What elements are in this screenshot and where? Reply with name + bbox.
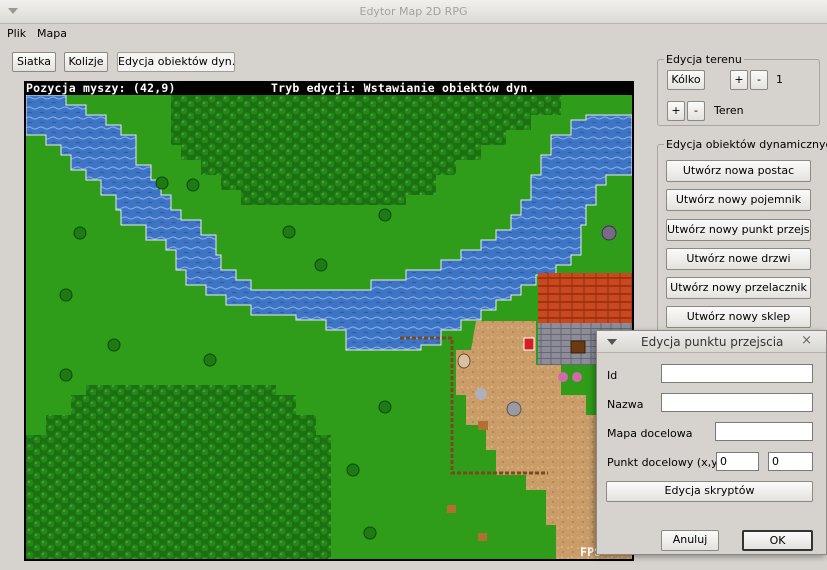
create-door-button[interactable]: Utwórz nowe drzwi [666,248,811,270]
dialog-menu-icon[interactable] [607,339,617,345]
cancel-button[interactable]: Anuluj [661,530,719,551]
title-bar: Edytor Map 2D RPG [0,0,827,24]
brush-size-value: 1 [776,73,783,86]
stump-object [447,505,456,513]
brush-size-plus-button[interactable]: + [730,70,748,90]
transition-point-dialog: Edycja punktu przejscia × Id Nazwa Mapa … [596,330,827,555]
terrain-edit-legend: Edycja terenu [666,53,742,66]
flower-bush [558,372,568,382]
close-icon[interactable]: × [801,333,812,348]
terrain-type-label: Teren [714,104,744,117]
menu-bar: Plik Mapa [0,24,827,44]
transition-point-marker[interactable] [523,337,535,351]
grid-toggle-button[interactable]: Siatka [12,52,56,72]
well-object [506,401,522,417]
edit-mode-readout: Tryb edycji: Wstawianie obiektów dyn. [271,81,535,95]
create-shop-button[interactable]: Utwórz nowy sklep [666,306,811,328]
menu-map[interactable]: Mapa [37,27,67,40]
forest-bottom [26,385,331,559]
create-transition-point-button[interactable]: Utwórz nowy punkt przejscia [666,219,811,241]
create-container-button[interactable]: Utwórz nowy pojemnik [666,189,811,211]
ok-button[interactable]: OK [742,530,813,551]
stump-object [478,533,487,541]
flower-bush [572,372,582,382]
name-field[interactable] [661,393,813,412]
name-label: Nazwa [607,398,644,411]
id-field[interactable] [661,364,813,383]
brush-shape-button[interactable]: Kólko [667,70,705,90]
terrain-plus-button[interactable]: + [667,101,685,121]
boulder-object [601,225,617,241]
map-view[interactable] [26,95,632,559]
target-y-field[interactable]: 0 [768,452,813,471]
terrain-minus-button[interactable]: - [687,101,705,121]
create-switch-button[interactable]: Utwórz nowy przelacznik [666,277,811,299]
house-window [570,340,586,354]
mouse-position-readout: Pozycja myszy: (42,9) [26,81,176,95]
id-label: Id [607,369,618,382]
dialog-title-bar[interactable]: Edycja punktu przejscia × [597,331,826,353]
target-map-field[interactable] [715,422,813,441]
target-map-label: Mapa docelowa [607,427,693,440]
target-point-label: Punkt docelowy (x,y) [607,456,722,469]
edit-scripts-button[interactable]: Edycja skryptów [606,481,813,502]
brush-size-minus-button[interactable]: - [750,70,768,90]
stump-object [478,421,488,430]
map-canvas[interactable]: Pozycja myszy: (42,9) Tryb edycji: Wstaw… [24,81,634,561]
dyn-objects-legend: Edycja obiektów dynamicznych [666,138,827,151]
menu-file[interactable]: Plik [7,27,26,40]
rock-object [475,388,487,400]
create-character-button[interactable]: Utwórz nowa postac [666,160,811,182]
dialog-title: Edycja punktu przejscia [641,335,784,349]
dyn-objects-toggle-button[interactable]: Edycja obiektów dyn. [117,52,235,72]
target-x-field[interactable]: 0 [716,452,759,471]
window-title: Edytor Map 2D RPG [359,5,468,18]
pot-object [457,353,471,369]
collisions-toggle-button[interactable]: Kolizje [64,52,108,72]
house-roof [538,273,632,323]
